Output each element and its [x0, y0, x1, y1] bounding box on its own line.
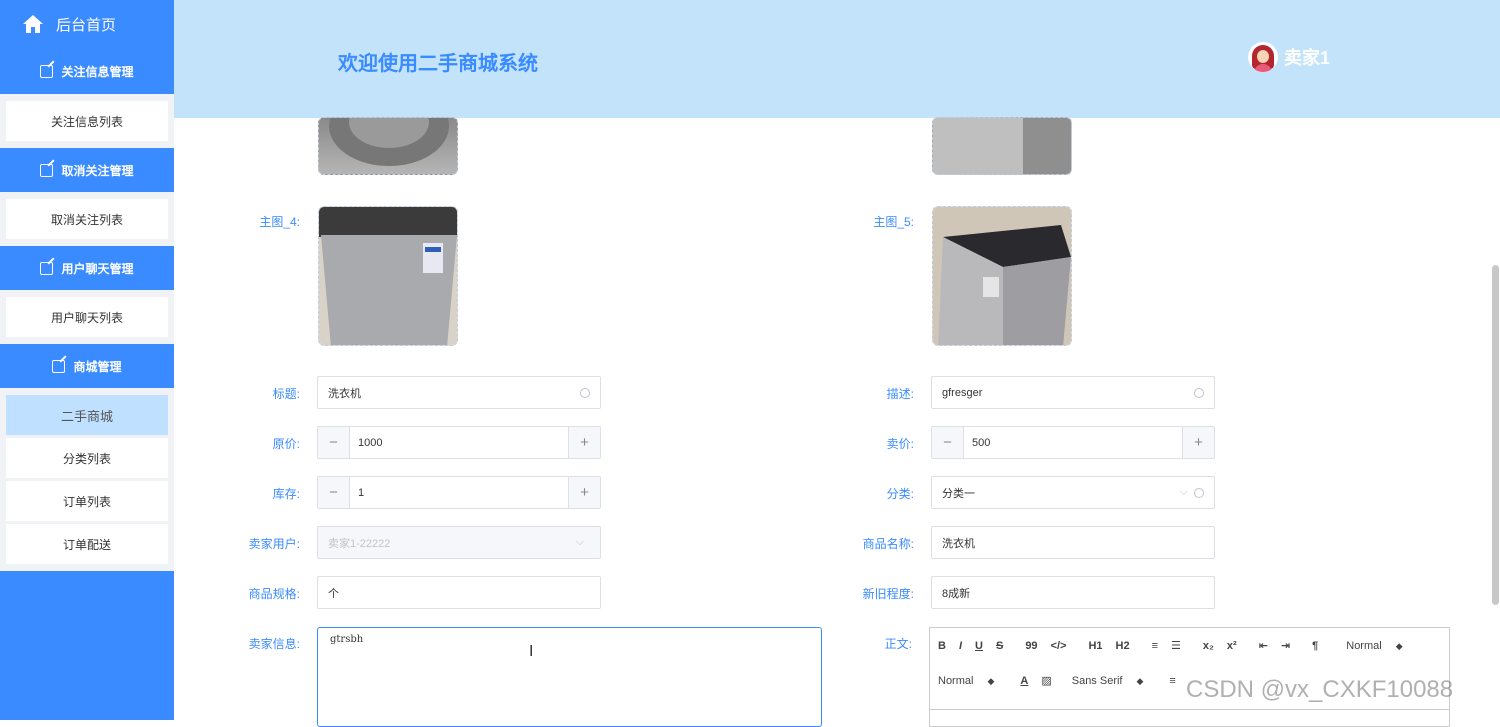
main-image-3-preview[interactable]	[318, 117, 458, 175]
orig-price-stepper[interactable]: − 1000 +	[317, 426, 601, 459]
align-icon[interactable]: ≡	[1169, 675, 1175, 687]
sidebar-item-unfollow-list[interactable]: 取消关注列表	[6, 199, 168, 239]
orig-price-label: 原价:	[272, 437, 300, 451]
sidebar-home[interactable]: 后台首页	[0, 0, 174, 48]
text-direction-button[interactable]: ¶	[1312, 640, 1318, 652]
sidebar-home-label: 后台首页	[56, 16, 117, 34]
main-image-5-preview[interactable]	[932, 206, 1072, 346]
sidebar-group-label: 用户聊天管理	[61, 261, 134, 276]
avatar	[1248, 42, 1278, 72]
sidebar-item-follow-list[interactable]: 关注信息列表	[6, 101, 168, 141]
product-name-input[interactable]: 洗衣机	[931, 526, 1215, 559]
product-name-label: 商品名称:	[862, 537, 914, 551]
main-image-4-preview[interactable]	[318, 206, 458, 346]
seller-info-textarea[interactable]: gtrsbh	[317, 627, 822, 727]
sidebar: 后台首页 关注信息管理 关注信息列表 取消关注管理 取消关注列表 用户聊天管理 …	[0, 0, 174, 720]
stock-stepper[interactable]: − 1 +	[317, 476, 601, 509]
sidebar-item-order-list[interactable]: 订单列表	[6, 481, 168, 521]
user-menu[interactable]: 卖家1	[1248, 42, 1330, 72]
sidebar-submenu: 二手商城 分类列表 订单列表 订单配送	[0, 388, 174, 571]
header-2-button[interactable]: H2	[1116, 640, 1130, 652]
spec-label: 商品规格:	[248, 587, 300, 601]
ordered-list-button[interactable]: ≡	[1152, 640, 1158, 652]
body-label: 正文:	[884, 637, 912, 651]
top-header: 欢迎使用二手商城系统 卖家1	[174, 0, 1500, 118]
indent-button[interactable]: ⇥	[1281, 639, 1290, 652]
home-icon	[23, 15, 43, 33]
category-label: 分类:	[886, 487, 914, 501]
sidebar-item-order-delivery[interactable]: 订单配送	[6, 524, 168, 564]
chevron-down-icon: ⌵	[575, 536, 584, 548]
sidebar-item-second-hand-mall[interactable]: 二手商城	[6, 395, 168, 435]
header-select[interactable]: Normal ◆	[938, 675, 994, 687]
sidebar-group-mall[interactable]: 商城管理	[0, 344, 174, 388]
bold-button[interactable]: B	[938, 640, 946, 652]
seller-user-label: 卖家用户:	[248, 537, 300, 551]
increment-button[interactable]: +	[568, 427, 600, 458]
watermark: CSDN @vx_CXKF10088	[1186, 676, 1454, 703]
sale-price-stepper[interactable]: − 500 +	[931, 426, 1215, 459]
username: 卖家1	[1284, 48, 1331, 68]
sidebar-group-label: 商城管理	[73, 359, 122, 374]
main-image-4-label: 主图_4:	[259, 215, 300, 229]
desc-input[interactable]: gfresger	[931, 376, 1215, 409]
desc-label: 描述:	[886, 387, 914, 401]
sidebar-group-chat[interactable]: 用户聊天管理	[0, 246, 174, 290]
edit-icon	[52, 359, 66, 373]
text-cursor-icon: I	[529, 643, 534, 660]
check-circle-icon	[580, 387, 590, 398]
edit-icon	[40, 64, 54, 78]
underline-button[interactable]: U	[975, 640, 983, 652]
toolbar-row-1: B I U S 99 </> H1 H2 ≡ ☰ x₂ x² ⇤ ⇥ ¶ Nor…	[938, 628, 1441, 663]
sidebar-submenu: 关注信息列表	[0, 94, 174, 148]
check-circle-icon	[1194, 487, 1204, 498]
font-select[interactable]: Sans Serif ◆	[1072, 675, 1144, 687]
sidebar-group-unfollow[interactable]: 取消关注管理	[0, 148, 174, 192]
sidebar-item-category-list[interactable]: 分类列表	[6, 438, 168, 478]
sidebar-group-label: 取消关注管理	[61, 163, 134, 178]
condition-label: 新旧程度:	[862, 587, 914, 601]
increment-button[interactable]: +	[568, 477, 600, 508]
sidebar-group-label: 关注信息管理	[61, 64, 134, 79]
italic-button[interactable]: I	[959, 640, 962, 652]
outdent-button[interactable]: ⇤	[1259, 639, 1268, 652]
size-select[interactable]: Normal ◆	[1346, 640, 1402, 652]
sale-price-label: 卖价:	[886, 437, 914, 451]
decrement-button[interactable]: −	[318, 427, 350, 458]
background-color-icon[interactable]: ▨	[1041, 674, 1051, 687]
title-label: 标题:	[272, 387, 300, 401]
code-block-button[interactable]: </>	[1051, 640, 1067, 652]
main-image-6-preview[interactable]	[932, 117, 1072, 175]
category-select[interactable]: 分类一 ⌵	[931, 476, 1215, 509]
blockquote-button[interactable]: 99	[1025, 640, 1037, 652]
edit-icon	[40, 261, 54, 275]
sidebar-item-chat-list[interactable]: 用户聊天列表	[6, 297, 168, 337]
increment-button[interactable]: +	[1182, 427, 1214, 458]
superscript-button[interactable]: x²	[1227, 640, 1237, 652]
sidebar-group-follow[interactable]: 关注信息管理	[0, 48, 174, 94]
spec-input[interactable]: 个	[317, 576, 601, 609]
strike-button[interactable]: S	[996, 640, 1003, 652]
condition-input[interactable]: 8成新	[931, 576, 1215, 609]
seller-info-label: 卖家信息:	[248, 637, 300, 651]
header-1-button[interactable]: H1	[1088, 640, 1102, 652]
title-input[interactable]: 洗衣机	[317, 376, 601, 409]
page-title: 欢迎使用二手商城系统	[338, 53, 538, 75]
bullet-list-button[interactable]: ☰	[1171, 639, 1181, 652]
seller-user-select: 卖家1-22222 ⌵	[317, 526, 601, 559]
decrement-button[interactable]: −	[318, 477, 350, 508]
font-color-icon[interactable]: A	[1020, 675, 1028, 687]
chart-icon	[40, 163, 54, 177]
chevron-down-icon: ⌵	[1179, 486, 1188, 498]
check-circle-icon	[1194, 387, 1204, 398]
subscript-button[interactable]: x₂	[1203, 640, 1214, 652]
sidebar-submenu: 取消关注列表	[0, 192, 174, 246]
vertical-scrollbar[interactable]	[1492, 265, 1499, 605]
main-image-5-label: 主图_5:	[873, 215, 914, 229]
stock-label: 库存:	[272, 487, 300, 501]
decrement-button[interactable]: −	[932, 427, 964, 458]
sidebar-submenu: 用户聊天列表	[0, 290, 174, 344]
